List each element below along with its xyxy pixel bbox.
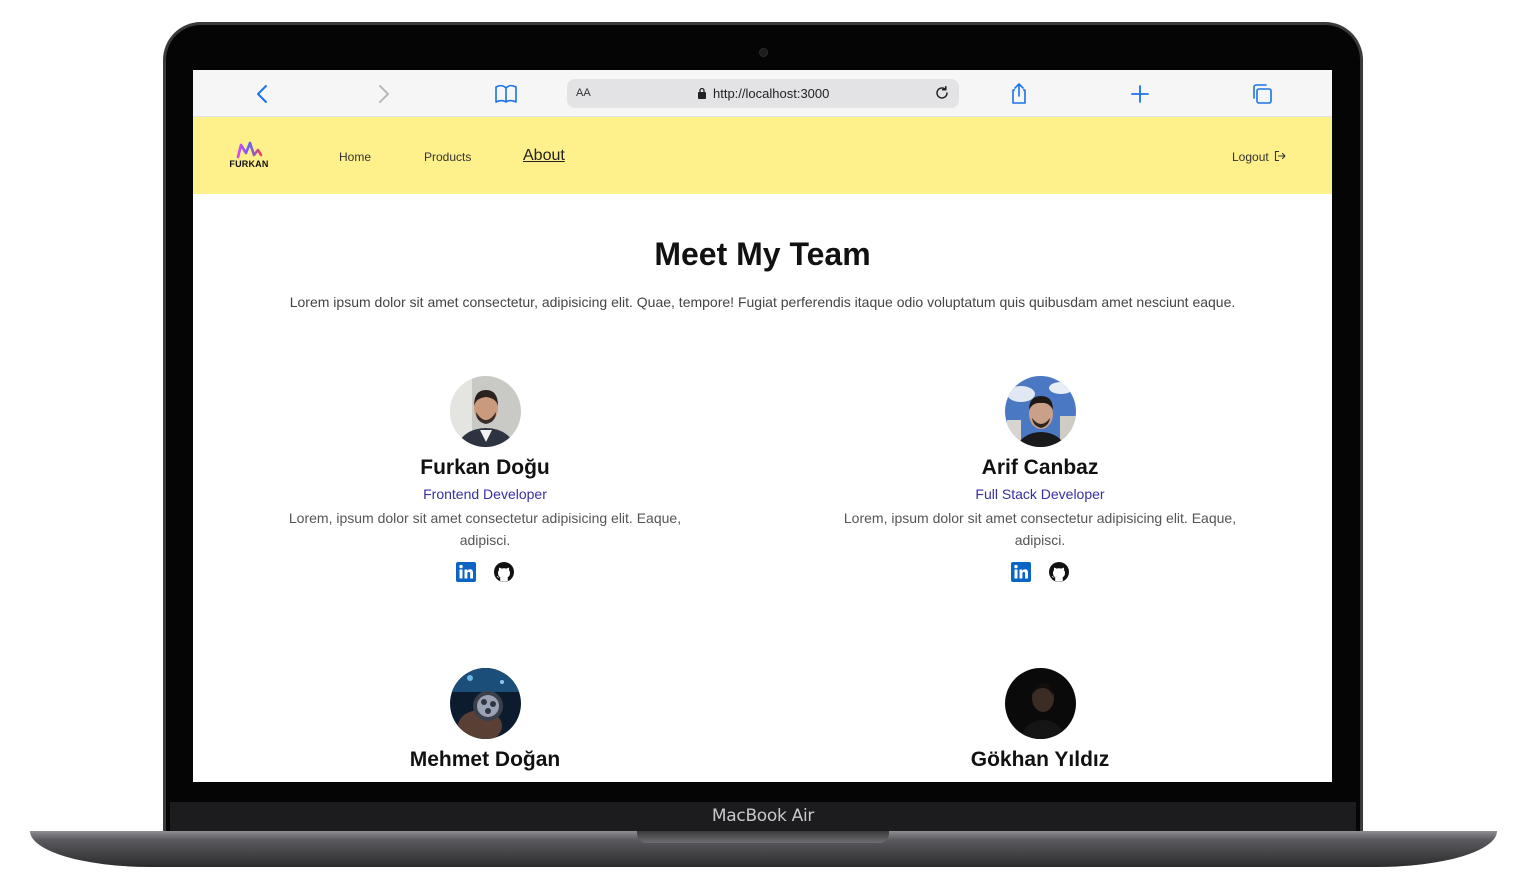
member-name: Gökhan Yıldız <box>970 748 1110 771</box>
linkedin-icon[interactable] <box>455 561 477 583</box>
page-title: Meet My Team <box>654 236 871 272</box>
nav-about-link[interactable]: About <box>523 147 565 165</box>
address-bar[interactable]: AA http://localhost:3000 <box>567 79 959 108</box>
member-name: Arif Canbaz <box>981 456 1099 479</box>
member-socials <box>265 561 705 588</box>
avatar <box>1005 668 1076 739</box>
laptop-notch <box>637 831 889 843</box>
browser-toolbar: AA http://localhost:3000 <box>193 70 1332 117</box>
share-icon[interactable] <box>1007 82 1031 106</box>
reload-icon[interactable] <box>933 84 951 102</box>
site-navbar: FURKAN Home Products About Logout <box>193 117 1332 194</box>
tabs-overview-icon[interactable] <box>1250 82 1274 106</box>
github-icon[interactable] <box>1048 561 1070 583</box>
screen: AA http://localhost:3000 FURKAN Home Pro… <box>193 70 1332 782</box>
member-socials <box>820 561 1260 588</box>
github-icon[interactable] <box>493 561 515 583</box>
logo-mark-icon <box>236 141 263 159</box>
avatar <box>1005 376 1076 447</box>
nav-home-link[interactable]: Home <box>339 150 371 164</box>
camera <box>759 48 768 57</box>
nav-products-link[interactable]: Products <box>424 150 471 164</box>
member-name: Furkan Doğu <box>420 456 550 479</box>
member-name: Mehmet Doğan <box>409 748 561 771</box>
logout-icon <box>1274 150 1286 162</box>
new-tab-icon[interactable] <box>1128 82 1152 106</box>
text-size-button[interactable]: AA <box>576 87 591 99</box>
logout-label: Logout <box>1232 150 1269 164</box>
member-bio: Lorem, ipsum dolor sit amet consectetur … <box>288 510 682 548</box>
forward-icon[interactable] <box>371 82 395 106</box>
url-text: http://localhost:3000 <box>713 86 830 101</box>
avatar <box>450 376 521 447</box>
linkedin-icon[interactable] <box>1010 561 1032 583</box>
member-bio: Lorem, ipsum dolor sit amet consectetur … <box>843 510 1237 548</box>
logout-button[interactable]: Logout <box>1232 150 1286 164</box>
logo-text: FURKAN <box>229 159 269 169</box>
laptop-brand-label: MacBook Air <box>711 806 815 826</box>
back-icon[interactable] <box>251 82 275 106</box>
page-subtitle: Lorem ipsum dolor sit amet consectetur, … <box>289 294 1236 310</box>
site-logo[interactable]: FURKAN <box>223 141 275 171</box>
member-role: Full Stack Developer <box>975 486 1105 502</box>
lock-icon <box>697 87 707 100</box>
member-role: Frontend Developer <box>423 486 547 502</box>
avatar <box>450 668 521 739</box>
bookmarks-icon[interactable] <box>494 82 518 106</box>
